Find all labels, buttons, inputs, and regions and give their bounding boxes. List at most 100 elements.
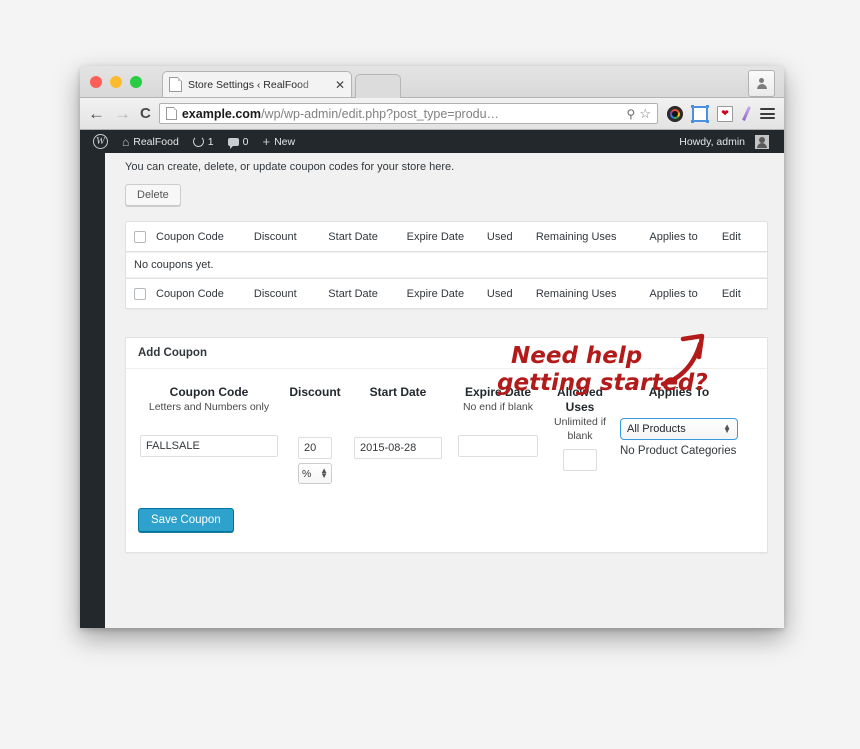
column-footer-expire-date[interactable]: Expire Date: [407, 288, 487, 300]
delete-button[interactable]: Delete: [125, 184, 181, 206]
column-header-edit[interactable]: Edit: [722, 231, 761, 243]
discount-unit-select[interactable]: % ▲ ▼: [298, 463, 332, 484]
updates-menu[interactable]: 1: [186, 136, 221, 148]
field-label-discount: Discount: [289, 385, 341, 399]
column-header-coupon-code[interactable]: Coupon Code: [156, 231, 254, 243]
field-allowed-uses: Allowed Uses Unlimited if blank: [546, 385, 614, 472]
profile-button[interactable]: [748, 70, 775, 97]
select-all-checkbox-bottom[interactable]: [134, 287, 146, 300]
hamburger-menu-icon[interactable]: [760, 106, 776, 122]
save-coupon-button[interactable]: Save Coupon: [138, 508, 234, 532]
tab-favicon-icon: [169, 77, 182, 92]
browser-window: Store Settings ‹ RealFood ✕ ← → C exampl…: [80, 66, 784, 628]
allowed-uses-input[interactable]: [563, 449, 597, 472]
empty-message: No coupons yet.: [134, 259, 214, 271]
new-content-menu[interactable]: + New: [255, 135, 302, 148]
input-wrap-start-date: [351, 437, 445, 459]
wp-logo-menu[interactable]: W: [86, 134, 115, 149]
add-coupon-title: Add Coupon: [126, 338, 767, 369]
page-info-icon: [165, 107, 177, 120]
chrome-color-wheel-icon[interactable]: [667, 105, 683, 122]
table-footer-row: Coupon Code Discount Start Date Expire D…: [126, 278, 767, 308]
field-label-applies-to: Applies To: [648, 385, 710, 399]
field-coupon-code: Coupon Code Letters and Numbers only: [134, 385, 284, 457]
site-name-menu[interactable]: ⌂ RealFood: [115, 135, 186, 149]
discount-amount-input[interactable]: [298, 437, 332, 459]
close-tab-icon[interactable]: ✕: [332, 79, 345, 91]
tab-title: Store Settings ‹ RealFood: [188, 78, 309, 91]
expire-date-input[interactable]: [458, 434, 538, 457]
wp-admin-sidebar[interactable]: [80, 153, 105, 628]
field-expire-date: Expire Date No end if blank: [450, 385, 546, 457]
select-all-checkbox-top[interactable]: [134, 230, 146, 243]
column-header-applies-to[interactable]: Applies to: [649, 231, 721, 243]
new-label: New: [274, 135, 296, 148]
applies-to-note: No Product Categories: [620, 445, 737, 457]
site-name-label: RealFood: [133, 135, 179, 148]
column-header-expire-date[interactable]: Expire Date: [407, 231, 487, 243]
column-header-remaining-uses[interactable]: Remaining Uses: [536, 231, 650, 243]
back-icon[interactable]: ←: [88, 105, 105, 122]
column-header-start-date[interactable]: Start Date: [328, 231, 406, 243]
window-controls: [90, 76, 142, 88]
column-footer-remaining-uses[interactable]: Remaining Uses: [536, 288, 650, 300]
new-tab-button[interactable]: [355, 74, 401, 98]
heart-bookmark-icon[interactable]: ❤: [717, 105, 733, 122]
address-bar[interactable]: example.com/wp/wp-admin/edit.php?post_ty…: [158, 103, 658, 124]
wp-content-area: You can create, delete, or update coupon…: [105, 153, 784, 628]
plus-icon: +: [262, 134, 271, 149]
person-icon: [756, 78, 767, 89]
howdy-menu[interactable]: Howdy, admin: [672, 134, 776, 149]
browser-toolbar: ← → C example.com/wp/wp-admin/edit.php?p…: [80, 98, 784, 130]
applies-to-select[interactable]: All Products ▲ ▼: [620, 418, 738, 440]
wordpress-logo-icon: W: [93, 134, 108, 149]
column-footer-applies-to[interactable]: Applies to: [649, 288, 721, 300]
chevron-updown-icon: ▲ ▼: [723, 421, 731, 435]
browser-tab-active[interactable]: Store Settings ‹ RealFood ✕: [162, 71, 352, 97]
browser-tab-strip: Store Settings ‹ RealFood ✕: [80, 66, 784, 98]
table-header-row: Coupon Code Discount Start Date Expire D…: [126, 222, 767, 252]
page-intro-text: You can create, delete, or update coupon…: [125, 161, 455, 173]
add-coupon-panel: Add Coupon Coupon Code Letters and Numbe…: [125, 337, 768, 553]
column-footer-coupon-code[interactable]: Coupon Code: [156, 288, 254, 300]
close-window-button[interactable]: [90, 76, 102, 88]
coupon-code-input[interactable]: [140, 434, 278, 457]
column-header-discount[interactable]: Discount: [254, 231, 328, 243]
column-footer-start-date[interactable]: Start Date: [328, 288, 406, 300]
search-icon[interactable]: ⚲: [627, 107, 636, 121]
minimize-window-button[interactable]: [110, 76, 122, 88]
star-icon[interactable]: ☆: [639, 106, 651, 122]
field-label-start-date: Start Date: [369, 385, 427, 399]
refresh-icon: [192, 136, 204, 147]
field-applies-to: Applies To All Products ▲ ▼ No Product Ca…: [614, 385, 744, 460]
field-hint-expire-date: No end if blank: [462, 401, 534, 413]
coupons-table: Coupon Code Discount Start Date Expire D…: [125, 221, 768, 309]
input-wrap-allowed-uses: [551, 449, 609, 472]
extension-bar: ❤: [667, 104, 776, 123]
column-footer-edit[interactable]: Edit: [722, 288, 761, 300]
wp-admin-bar: W ⌂ RealFood 1 0 + New Howdy, admin: [80, 130, 784, 153]
wp-body: You can create, delete, or update coupon…: [80, 153, 784, 628]
forward-icon[interactable]: →: [114, 105, 131, 122]
field-discount: Discount % ▲▼: [284, 385, 346, 484]
applies-to-selected-value: All Products: [627, 423, 686, 435]
input-wrap-discount: % ▲▼: [289, 437, 341, 484]
screenshot-crop-icon[interactable]: [691, 104, 709, 123]
home-icon: ⌂: [122, 134, 130, 149]
maximize-window-button[interactable]: [130, 76, 142, 88]
url-path: /wp/wp-admin/edit.php?post_type=produ…: [261, 106, 500, 121]
input-wrap-expire-date: [455, 434, 541, 457]
comments-menu[interactable]: 0: [221, 136, 256, 149]
howdy-label: Howdy, admin: [679, 135, 745, 148]
field-hint-coupon-code: Letters and Numbers only: [148, 401, 270, 413]
reload-icon[interactable]: C: [140, 106, 151, 121]
column-footer-used[interactable]: Used: [487, 288, 536, 300]
column-footer-discount[interactable]: Discount: [254, 288, 328, 300]
start-date-input[interactable]: [354, 437, 442, 459]
url-text: example.com/wp/wp-admin/edit.php?post_ty…: [182, 107, 624, 121]
wordpress-admin-page: W ⌂ RealFood 1 0 + New Howdy, admin You …: [80, 130, 784, 628]
column-header-used[interactable]: Used: [487, 231, 536, 243]
purple-pen-icon[interactable]: [742, 106, 751, 121]
updates-count: 1: [207, 135, 214, 148]
add-coupon-form: Coupon Code Letters and Numbers only Dis…: [126, 369, 767, 494]
